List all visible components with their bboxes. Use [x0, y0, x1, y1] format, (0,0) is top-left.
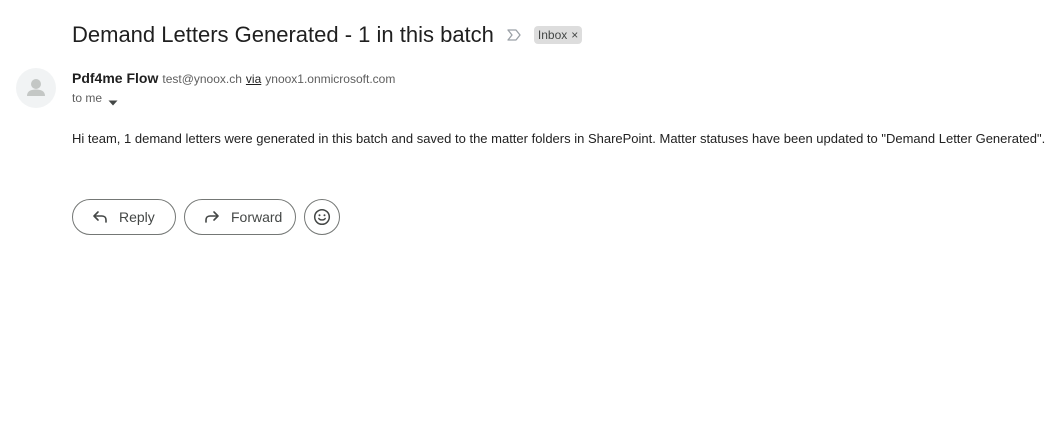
subject-row: Demand Letters Generated - 1 in this bat…	[72, 20, 583, 50]
email-subject: Demand Letters Generated - 1 in this bat…	[72, 22, 494, 47]
forward-button[interactable]: Forward	[184, 199, 296, 235]
label-chip-text: Inbox	[537, 28, 568, 42]
forward-arrow-icon	[203, 208, 221, 226]
sender-email: test@ynoox.ch	[162, 72, 242, 86]
forward-label: Forward	[231, 209, 283, 225]
emoji-reaction-button[interactable]	[304, 199, 340, 235]
emoji-smiley-icon	[313, 208, 331, 226]
sender-via-domain: ynoox1.onmicrosoft.com	[265, 72, 396, 86]
label-chip-inbox: Inbox ×	[533, 26, 583, 44]
recipient-details-toggle[interactable]: to me	[72, 91, 118, 106]
email-body: Hi team, 1 demand letters were generated…	[72, 131, 1046, 146]
label-remove-icon[interactable]: ×	[571, 29, 578, 41]
recipient-text: to me	[72, 91, 103, 105]
sender-row: Pdf4me Flow test@ynoox.ch via ynoox1.onm…	[72, 70, 395, 86]
importance-marker-icon[interactable]	[506, 28, 522, 42]
default-avatar-icon[interactable]	[16, 68, 56, 108]
reply-button[interactable]: Reply	[72, 199, 176, 235]
caret-down-icon	[108, 95, 118, 106]
email-view: Demand Letters Generated - 1 in this bat…	[0, 0, 1063, 425]
reply-actions: Reply Forward	[72, 199, 340, 235]
reply-label: Reply	[119, 209, 155, 225]
sender-name[interactable]: Pdf4me Flow	[72, 70, 158, 86]
via-link[interactable]: via	[246, 72, 261, 86]
reply-arrow-icon	[91, 208, 109, 226]
